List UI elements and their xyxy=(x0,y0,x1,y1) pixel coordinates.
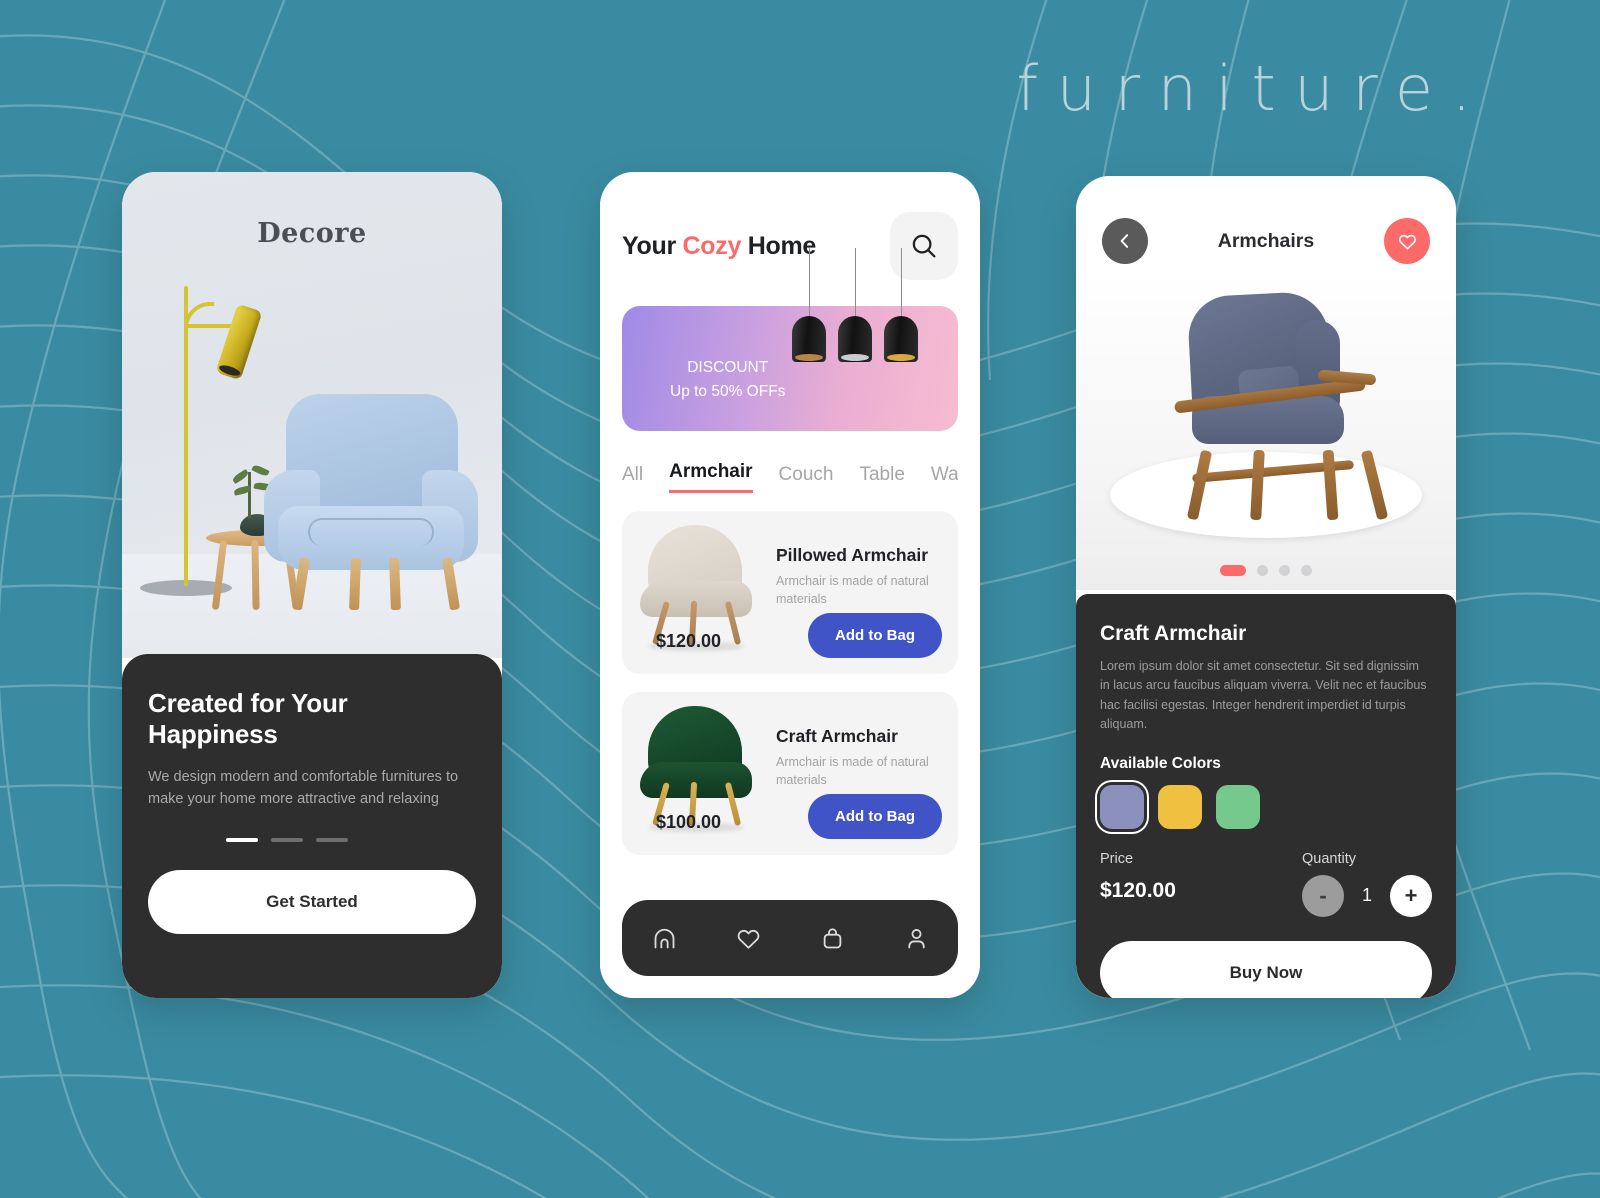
carousel-dot-2[interactable] xyxy=(1257,565,1268,576)
detail-product-name: Craft Armchair xyxy=(1100,622,1247,645)
onboarding-body: We design modern and comfortable furnitu… xyxy=(148,769,459,807)
pagination-dash-1[interactable] xyxy=(226,838,258,843)
product-name: Pillowed Armchair xyxy=(776,545,929,565)
armchair-leg xyxy=(1186,449,1213,521)
price-block: Price $120.00 xyxy=(1100,851,1176,903)
quantity-increment-button[interactable]: + xyxy=(1390,874,1432,917)
nav-favorites[interactable] xyxy=(721,911,775,965)
color-swatches xyxy=(1100,784,1432,829)
gallery-carousel-indicators xyxy=(1076,565,1456,576)
product-price: $100.00 xyxy=(656,812,722,832)
lamp-cord xyxy=(855,248,856,320)
photo-title: Decore xyxy=(257,218,367,249)
price-label: Price xyxy=(1100,850,1134,867)
detail-title: Armchairs xyxy=(1217,229,1315,252)
banner-text: DISCOUNT Up to 50% OFFs xyxy=(670,356,785,404)
quantity-stepper: - 1 + xyxy=(1302,874,1432,917)
hero-armchair xyxy=(264,394,478,611)
onboarding-pagination xyxy=(148,838,476,843)
nav-bag[interactable] xyxy=(805,911,859,965)
pagination-dash-3[interactable] xyxy=(316,838,348,843)
nav-home[interactable] xyxy=(637,911,691,965)
product-card-pillowed-armchair[interactable]: Pillowed Armchair Armchair is made of na… xyxy=(622,511,958,674)
onboarding-card: Created for Your Happiness We design mod… xyxy=(122,654,502,998)
pendant-lamps xyxy=(792,248,932,366)
armchair-leg xyxy=(1322,449,1339,521)
title-accent: Cozy xyxy=(682,231,742,260)
armchair-leg xyxy=(389,557,401,611)
buy-now-button[interactable]: Buy Now xyxy=(1100,940,1432,998)
add-to-bag-button[interactable]: Add to Bag xyxy=(808,794,942,839)
hero-photo: Decore xyxy=(122,172,502,658)
tab-couch[interactable]: Couch xyxy=(779,464,834,493)
detail-panel: Craft Armchair Lorem ipsum dolor sit ame… xyxy=(1076,594,1456,998)
carousel-dot-4[interactable] xyxy=(1301,565,1312,576)
tab-all[interactable]: All xyxy=(622,464,643,493)
tab-table[interactable]: Table xyxy=(859,464,904,493)
quantity-label: Quantity xyxy=(1302,850,1356,867)
get-started-button[interactable]: Get Started xyxy=(148,870,476,935)
phone-screen-home: Your Cozy Home DISCOUNT Up to 50% OFFs A… xyxy=(600,172,980,998)
lamp-cord xyxy=(809,248,810,320)
tab-armchair[interactable]: Armchair xyxy=(669,461,753,493)
product-price: $120.00 xyxy=(656,631,722,651)
available-colors-label: Available Colors xyxy=(1100,754,1221,772)
color-swatch-mint[interactable] xyxy=(1216,784,1260,829)
pendant-lamp xyxy=(792,316,826,362)
bag-icon xyxy=(823,927,841,948)
phone-screen-onboarding: Decore Created for Your Happiness We des… xyxy=(122,172,502,998)
title-part-1: Your xyxy=(622,231,683,260)
armchair-leg xyxy=(349,557,361,611)
pagination-dash-2[interactable] xyxy=(271,838,303,843)
favorite-button[interactable] xyxy=(1384,218,1430,264)
detail-armchair-image xyxy=(1168,290,1389,521)
bottom-navigation xyxy=(622,900,958,976)
page-title: Your Cozy Home xyxy=(622,232,816,261)
brand-wordmark: furniture. xyxy=(1016,52,1490,125)
category-tabs: All Armchair Couch Table Wa xyxy=(622,461,958,493)
armchair-leg xyxy=(441,557,461,611)
quantity-block: Quantity - 1 + xyxy=(1302,851,1432,917)
carousel-dot-3[interactable] xyxy=(1279,565,1290,576)
price-value: $120.00 xyxy=(1100,878,1176,902)
pendant-lamp xyxy=(884,316,918,362)
quantity-decrement-button[interactable]: - xyxy=(1302,874,1344,917)
product-gallery xyxy=(1076,268,1456,590)
chevron-left-icon xyxy=(1120,234,1129,248)
banner-line-2: Up to 50% OFFs xyxy=(670,383,786,401)
banner-line-1: DISCOUNT xyxy=(687,359,769,376)
home-icon xyxy=(654,928,674,948)
discount-banner[interactable]: DISCOUNT Up to 50% OFFs xyxy=(622,248,958,431)
lamp-head xyxy=(215,303,263,381)
product-description: Armchair is made of natural materials xyxy=(776,755,929,787)
product-description: Armchair is made of natural materials xyxy=(776,574,929,606)
pendant-lamp xyxy=(838,316,872,362)
quantity-value: 1 xyxy=(1361,885,1372,905)
armchair-leg xyxy=(1250,449,1265,521)
user-icon xyxy=(907,928,925,948)
plant-leaf xyxy=(231,469,250,484)
carousel-dot-1[interactable] xyxy=(1220,565,1246,576)
onboarding-heading: Created for Your Happiness xyxy=(148,688,348,749)
heart-icon xyxy=(737,929,759,949)
product-name: Craft Armchair xyxy=(776,726,898,746)
armchair-seam xyxy=(308,518,434,546)
detail-header: Armchairs xyxy=(1076,176,1456,264)
detail-product-description: Lorem ipsum dolor sit amet consectetur. … xyxy=(1100,659,1427,732)
tab-wardrobe[interactable]: Wa xyxy=(931,464,958,493)
nav-profile[interactable] xyxy=(889,911,943,965)
lamp-cord xyxy=(901,248,902,320)
heart-icon xyxy=(1398,234,1416,250)
color-swatch-periwinkle[interactable] xyxy=(1100,784,1144,829)
plant-stem xyxy=(248,472,251,518)
price-quantity-row: Price $120.00 Quantity - 1 + xyxy=(1100,851,1432,917)
product-list: Pillowed Armchair Armchair is made of na… xyxy=(622,511,958,855)
side-table-leg xyxy=(251,539,260,611)
add-to-bag-button[interactable]: Add to Bag xyxy=(808,613,942,658)
back-button[interactable] xyxy=(1102,218,1148,264)
product-card-craft-armchair[interactable]: Craft Armchair Armchair is made of natur… xyxy=(622,692,958,855)
phone-screen-detail: Armchairs Craft Armchair Lorem ipsum dol… xyxy=(1076,176,1456,998)
color-swatch-amber[interactable] xyxy=(1158,784,1202,829)
